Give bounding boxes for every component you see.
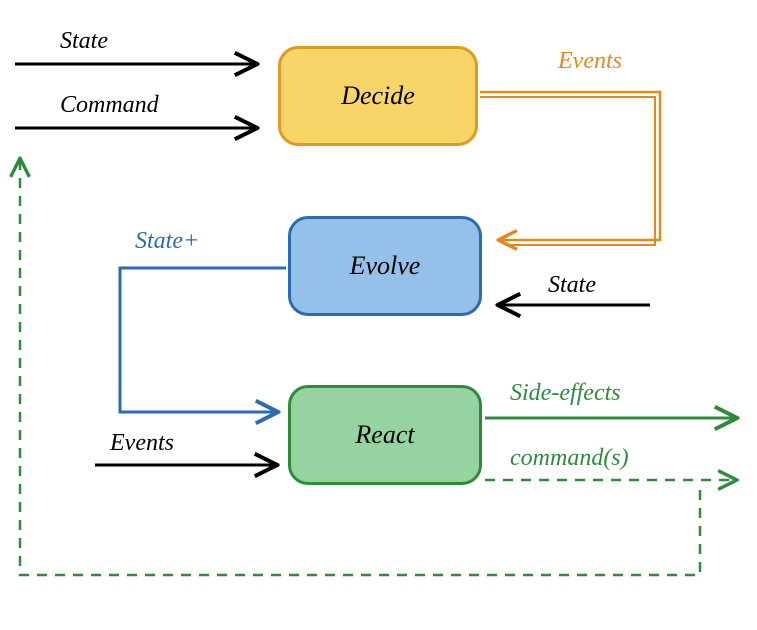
state-plus-label: State+ xyxy=(135,228,199,255)
state-input-label: State xyxy=(60,28,108,55)
react-label: React xyxy=(355,420,414,450)
side-effects-label: Side-effects xyxy=(510,380,621,407)
events-output-label: Events xyxy=(558,48,622,75)
commands-output-label: command(s) xyxy=(510,445,629,472)
decide-label: Decide xyxy=(341,81,415,111)
command-input-label: Command xyxy=(60,92,159,119)
state-input2-label: State xyxy=(548,272,596,299)
events-input-label: Events xyxy=(110,430,174,457)
arrow-evolve-stateplus-to-react xyxy=(120,268,286,412)
arrow-decide-events-to-evolve xyxy=(480,92,660,240)
evolve-label: Evolve xyxy=(350,251,421,281)
decide-node: Decide xyxy=(278,46,478,146)
evolve-node: Evolve xyxy=(288,216,482,316)
react-node: React xyxy=(288,385,482,485)
